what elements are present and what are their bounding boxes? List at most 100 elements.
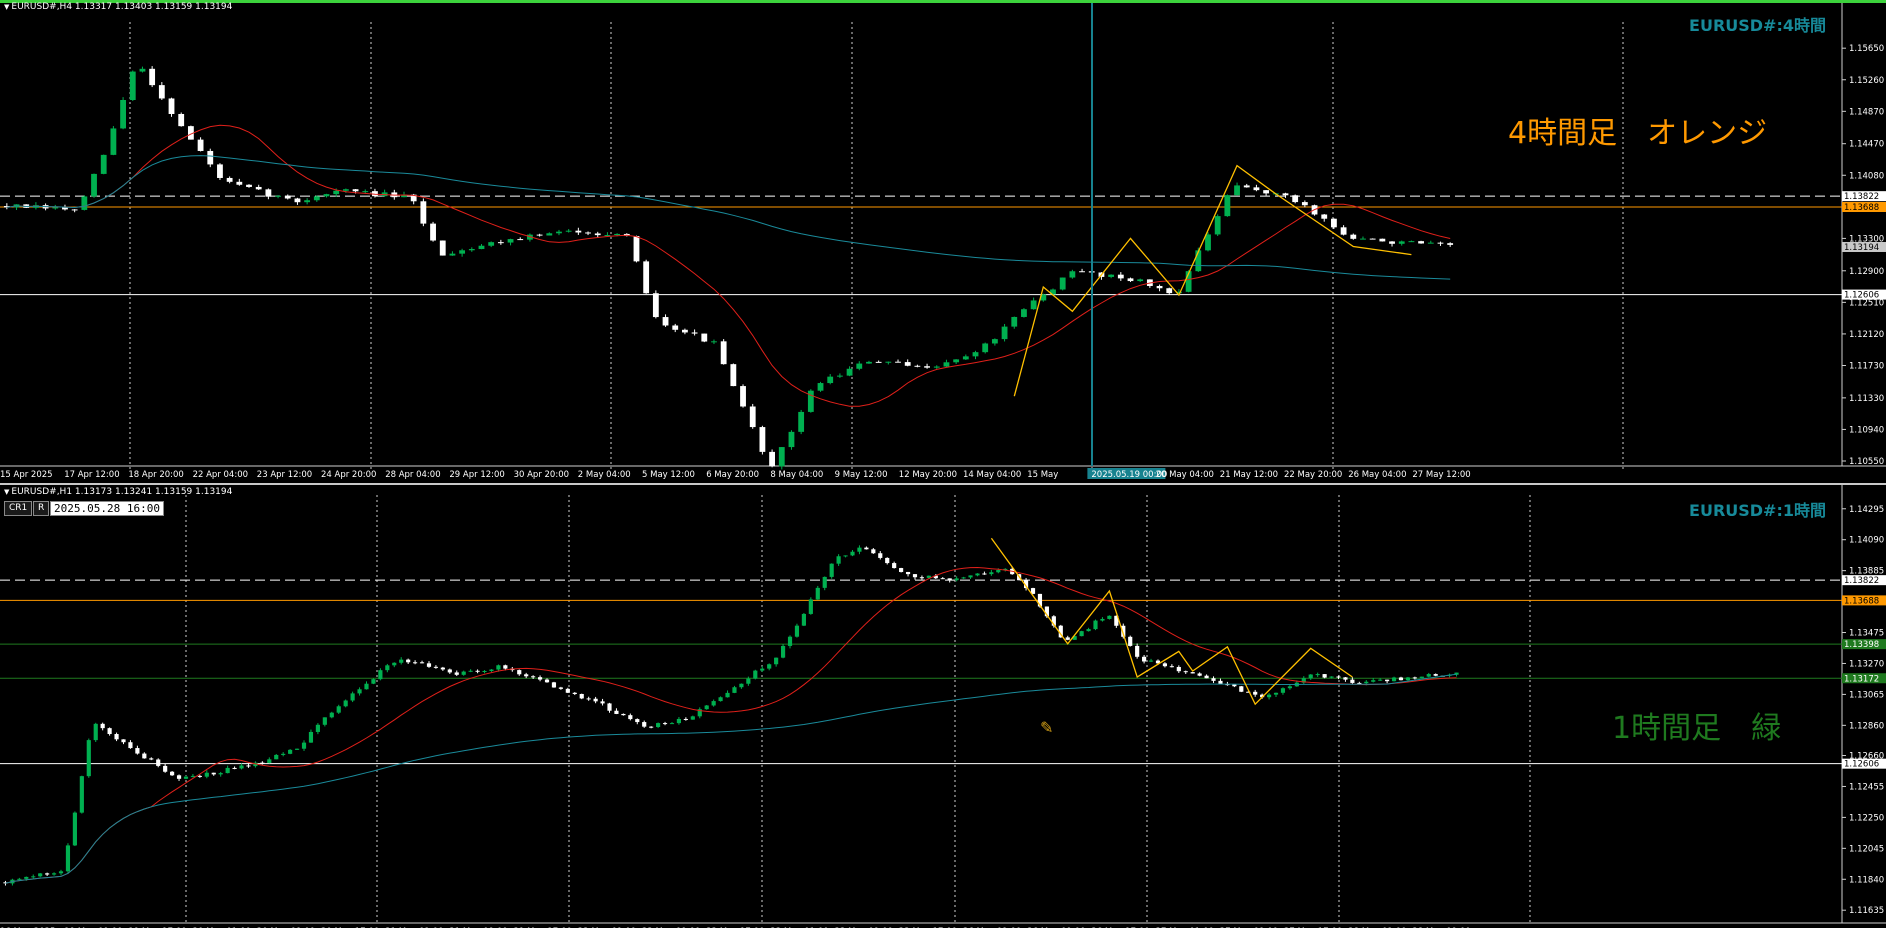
candle-body [454, 672, 459, 675]
candle-body [1128, 636, 1133, 646]
candle-body [846, 368, 853, 376]
candle-body [769, 451, 775, 467]
price-axis-label: 1.13065 [1849, 690, 1884, 700]
candle-body [178, 113, 185, 127]
h4-chart-canvas[interactable]: 1.15650 1.15260 1.14870 1.14470 1.14080 1.136… [0, 0, 1886, 483]
candle-body [218, 773, 223, 775]
h4-annotation-text[interactable]: 4時間足 オレンジ [1508, 108, 1767, 152]
candle-body [86, 740, 91, 777]
candle-body [1169, 666, 1174, 668]
candle-body [1107, 615, 1112, 619]
candle-body [1433, 674, 1438, 676]
candle-body [914, 365, 921, 367]
price-axis-label: 1.12250 [1849, 813, 1884, 823]
candle-body [730, 364, 737, 387]
candle-body [1166, 288, 1173, 294]
candle-body [79, 776, 84, 813]
candle-body [857, 547, 862, 552]
candle-body [1426, 674, 1431, 677]
candle-body [704, 705, 709, 710]
h1-chart-canvas[interactable]: 1.142951.140901.138851.136801.134751.132… [0, 485, 1886, 928]
candle-body [1273, 692, 1279, 695]
candle-body [815, 587, 820, 600]
candle-body [478, 245, 485, 250]
price-axis-label: 1.12860 [1849, 721, 1884, 731]
candle-body [1371, 680, 1376, 682]
candle-body [1093, 620, 1098, 630]
candle-body [81, 196, 88, 210]
candle-body [652, 293, 659, 318]
candle-body [406, 659, 411, 663]
candle-body [265, 189, 272, 197]
candle-body [829, 563, 834, 577]
candle-body [183, 776, 189, 779]
candle-body [912, 574, 918, 578]
candle-body [895, 361, 901, 363]
r-button[interactable]: R [33, 501, 50, 516]
candle-body [968, 575, 973, 578]
candle-body [1301, 202, 1308, 206]
candle-body [628, 715, 633, 720]
candle-body [662, 723, 668, 725]
ma-slow-line [5, 673, 1457, 884]
candle-body [718, 697, 723, 702]
candle-body [798, 411, 805, 432]
candle-body [572, 692, 577, 694]
h1-chart-pane[interactable]: 1.142951.140901.138851.136801.134751.132… [0, 485, 1886, 928]
h4-symbol-label: EURUSD#:4時間 [1689, 16, 1826, 35]
candle-body [378, 670, 383, 680]
price-axis-label: 1.12455 [1849, 782, 1884, 792]
candle-body [439, 240, 446, 256]
collapse-triangle-icon[interactable]: ▼ [4, 488, 9, 496]
candle-body [1419, 676, 1424, 678]
candle-body [565, 688, 570, 693]
collapse-triangle-icon[interactable]: ▼ [4, 3, 9, 11]
candle-body [197, 139, 204, 151]
time-axis-label: 9 May 12:00 [835, 470, 888, 480]
orange-level-line-price-tag: 1.13688 [1844, 596, 1879, 606]
candle-body [17, 878, 22, 880]
candle-body [801, 613, 806, 626]
h1-symbol-label: EURUSD#:1時間 [1689, 501, 1826, 520]
candle-body [1329, 676, 1334, 678]
candle-body [304, 200, 311, 203]
candle-body [226, 177, 233, 182]
green-upper-level-line-price-tag: 1.13398 [1844, 640, 1879, 650]
candle-body [1412, 677, 1417, 679]
candle-body [565, 230, 572, 232]
candle-body [1065, 637, 1070, 640]
candle-body [1408, 241, 1415, 243]
candle-body [385, 665, 390, 671]
candle-body [856, 363, 863, 369]
candle-body [419, 662, 425, 664]
candle-body [1350, 679, 1355, 683]
candle-body [808, 599, 813, 614]
h1-annotation-text[interactable]: 1時間足 緑 [1612, 703, 1781, 747]
white-level-line-price-tag: 1.12606 [1844, 760, 1879, 770]
date-input[interactable]: 2025.05.28 16:00 [50, 501, 164, 516]
time-axis-label: 22 May 20:00 [1284, 470, 1342, 480]
candle-body [1253, 187, 1260, 191]
candle-body [1369, 238, 1376, 240]
candle-body [1336, 676, 1341, 678]
candle-body [301, 742, 307, 749]
candle-body [475, 670, 480, 672]
candle-body [1350, 234, 1357, 239]
candle-body [720, 341, 727, 365]
candle-body [1011, 316, 1018, 327]
candle-body [323, 194, 330, 197]
candle-body [656, 723, 661, 728]
candle-body [1266, 694, 1272, 698]
candle-body [850, 551, 855, 556]
candle-body [156, 759, 161, 766]
candle-body [943, 362, 950, 367]
candle-body [556, 231, 562, 234]
candle-body [1385, 679, 1390, 682]
candle-body [93, 723, 98, 741]
cr1-button[interactable]: CR1 [4, 501, 33, 516]
candle-body [933, 366, 940, 368]
candle-body [1059, 277, 1066, 290]
price-axis-label: 1.14470 [1849, 140, 1884, 150]
candle-body [961, 577, 966, 579]
h4-chart-pane[interactable]: 1.15650 1.15260 1.14870 1.14470 1.14080 1.136… [0, 0, 1886, 483]
